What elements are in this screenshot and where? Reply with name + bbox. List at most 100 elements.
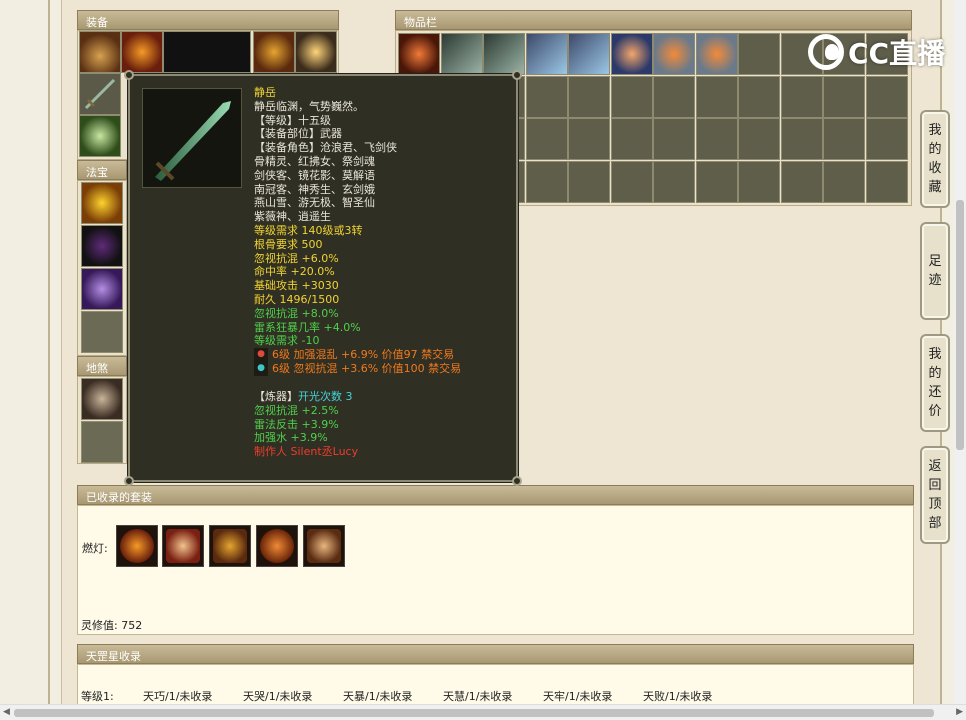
- inventory-item-icon: [696, 34, 737, 74]
- item-desc: 静岳临渊，气势巍然。: [254, 99, 364, 113]
- inventory-slot[interactable]: [865, 118, 908, 160]
- inventory-slot[interactable]: [610, 33, 653, 75]
- equip-slot-hat[interactable]: [79, 31, 121, 73]
- cc-live-logo: CC直播: [808, 32, 945, 72]
- inventory-slot[interactable]: [440, 33, 483, 75]
- equip-slot-armor[interactable]: [253, 31, 295, 73]
- inventory-slot[interactable]: [738, 160, 780, 203]
- inventory-slot[interactable]: [568, 160, 610, 203]
- left-border: [0, 0, 62, 704]
- inventory-slot[interactable]: [568, 118, 610, 160]
- set-item-4[interactable]: [256, 525, 298, 567]
- inventory-slot[interactable]: [610, 160, 653, 203]
- hat-icon: [80, 32, 120, 72]
- equip-slot-necklace[interactable]: [121, 31, 163, 73]
- cyan-gem-icon: ●: [254, 362, 268, 377]
- sword-icon: [80, 74, 120, 114]
- inventory-slot[interactable]: [695, 118, 738, 160]
- horizontal-scroll-thumb[interactable]: [14, 709, 934, 717]
- set-item-1[interactable]: [116, 525, 158, 567]
- item-sword-image: [142, 88, 242, 188]
- inventory-slot[interactable]: [653, 33, 695, 75]
- tooltip-corner: [124, 476, 134, 486]
- maker: 制作人 Silent丞Lucy: [254, 445, 359, 459]
- inventory-slot[interactable]: [780, 118, 823, 160]
- equip-slot-weapon[interactable]: [79, 73, 121, 115]
- item-slot: 【装备部位】武器: [254, 127, 342, 141]
- ranking-label: 燃灯:: [82, 542, 108, 555]
- durability: 耐久 1496/1500: [254, 292, 340, 306]
- vertical-scroll-thumb[interactable]: [956, 200, 964, 450]
- inventory-slot[interactable]: [398, 33, 440, 75]
- inventory-slot[interactable]: [568, 33, 610, 75]
- vertical-scrollbar[interactable]: [954, 0, 966, 704]
- set-item-3[interactable]: [209, 525, 251, 567]
- collected-header: 已收录的套装: [77, 485, 914, 505]
- tiangang-level-label: 等级1:: [81, 690, 114, 703]
- gem-text: 6级 忽视抗混 +3.6% 价值100 禁交易: [272, 362, 462, 376]
- req-bone: 根骨要求 500: [254, 237, 323, 251]
- inventory-header: 物品栏: [395, 10, 912, 30]
- disha-slot-1[interactable]: [81, 378, 123, 420]
- inventory-slot[interactable]: [695, 33, 738, 75]
- inventory-slot[interactable]: [738, 33, 780, 75]
- scroll-right-icon[interactable]: ▶: [956, 707, 963, 717]
- inventory-slot[interactable]: [568, 75, 610, 118]
- fabao-title: 法宝: [86, 166, 108, 179]
- inventory-item-icon: [399, 34, 439, 74]
- inventory-slot[interactable]: [865, 160, 908, 203]
- inventory-slot[interactable]: [738, 75, 780, 118]
- warrior-portrait-icon: [82, 379, 122, 419]
- inventory-slot[interactable]: [695, 75, 738, 118]
- inventory-slot[interactable]: [610, 118, 653, 160]
- inventory-slot[interactable]: [780, 75, 823, 118]
- inventory-slot[interactable]: [738, 118, 780, 160]
- inventory-item-icon: [526, 34, 567, 74]
- equipment-header: 装备: [77, 10, 339, 30]
- inventory-slot[interactable]: [653, 160, 695, 203]
- set-item-2[interactable]: [162, 525, 204, 567]
- inventory-slot[interactable]: [823, 75, 865, 118]
- inventory-slot[interactable]: [525, 160, 568, 203]
- back-to-top-button[interactable]: 返回顶部: [920, 446, 950, 544]
- gem-line: ● 6级 加强混乱 +6.9% 价值97 禁交易: [254, 348, 504, 363]
- fabao-slot-2[interactable]: [81, 225, 123, 267]
- fabao-slot-1[interactable]: [81, 182, 123, 224]
- item-roles-line: 剑侠客、镜花影、莫解语: [254, 168, 375, 182]
- inventory-slot[interactable]: [780, 160, 823, 203]
- inventory-slot[interactable]: [610, 75, 653, 118]
- horizontal-scrollbar[interactable]: ◀ ▶: [0, 704, 966, 720]
- scroll-left-icon[interactable]: ◀: [3, 707, 10, 717]
- my-bargain-button[interactable]: 我的还价: [920, 334, 950, 432]
- set-item-5[interactable]: [303, 525, 345, 567]
- tiangang-item: 天哭/1/未收录: [243, 690, 313, 703]
- cc-logo-icon: [808, 34, 844, 70]
- item-roles-line: 燕山雪、游无极、智圣仙: [254, 196, 375, 210]
- inventory-slot[interactable]: [695, 160, 738, 203]
- refine-label: 【炼器】: [254, 389, 298, 403]
- back-to-top-label: 返回顶部: [928, 459, 942, 531]
- tooltip-corner: [124, 70, 134, 80]
- inventory-slot[interactable]: [653, 118, 695, 160]
- shoes-icon: [80, 116, 120, 156]
- tooltip-corner: [512, 70, 522, 80]
- inventory-slot[interactable]: [653, 75, 695, 118]
- my-favorites-button[interactable]: 我的收藏: [920, 110, 950, 208]
- inventory-slot[interactable]: [525, 118, 568, 160]
- equip-slot-belt[interactable]: [295, 31, 337, 73]
- collected-title: 已收录的套装: [86, 491, 152, 504]
- inventory-slot[interactable]: [823, 160, 865, 203]
- equip-slot-shoes[interactable]: [79, 115, 121, 157]
- tooltip-corner: [512, 476, 522, 486]
- inventory-slot[interactable]: [525, 33, 568, 75]
- footprints-button[interactable]: 足迹: [920, 222, 950, 320]
- inventory-slot[interactable]: [823, 118, 865, 160]
- inventory-slot[interactable]: [525, 75, 568, 118]
- fabao-slot-4[interactable]: [81, 311, 123, 353]
- fabao-slot-3[interactable]: [81, 268, 123, 310]
- my-favorites-label: 我的收藏: [928, 123, 942, 195]
- disha-slot-2[interactable]: [81, 421, 123, 463]
- inventory-slot[interactable]: [865, 75, 908, 118]
- inventory-slot[interactable]: [483, 33, 525, 75]
